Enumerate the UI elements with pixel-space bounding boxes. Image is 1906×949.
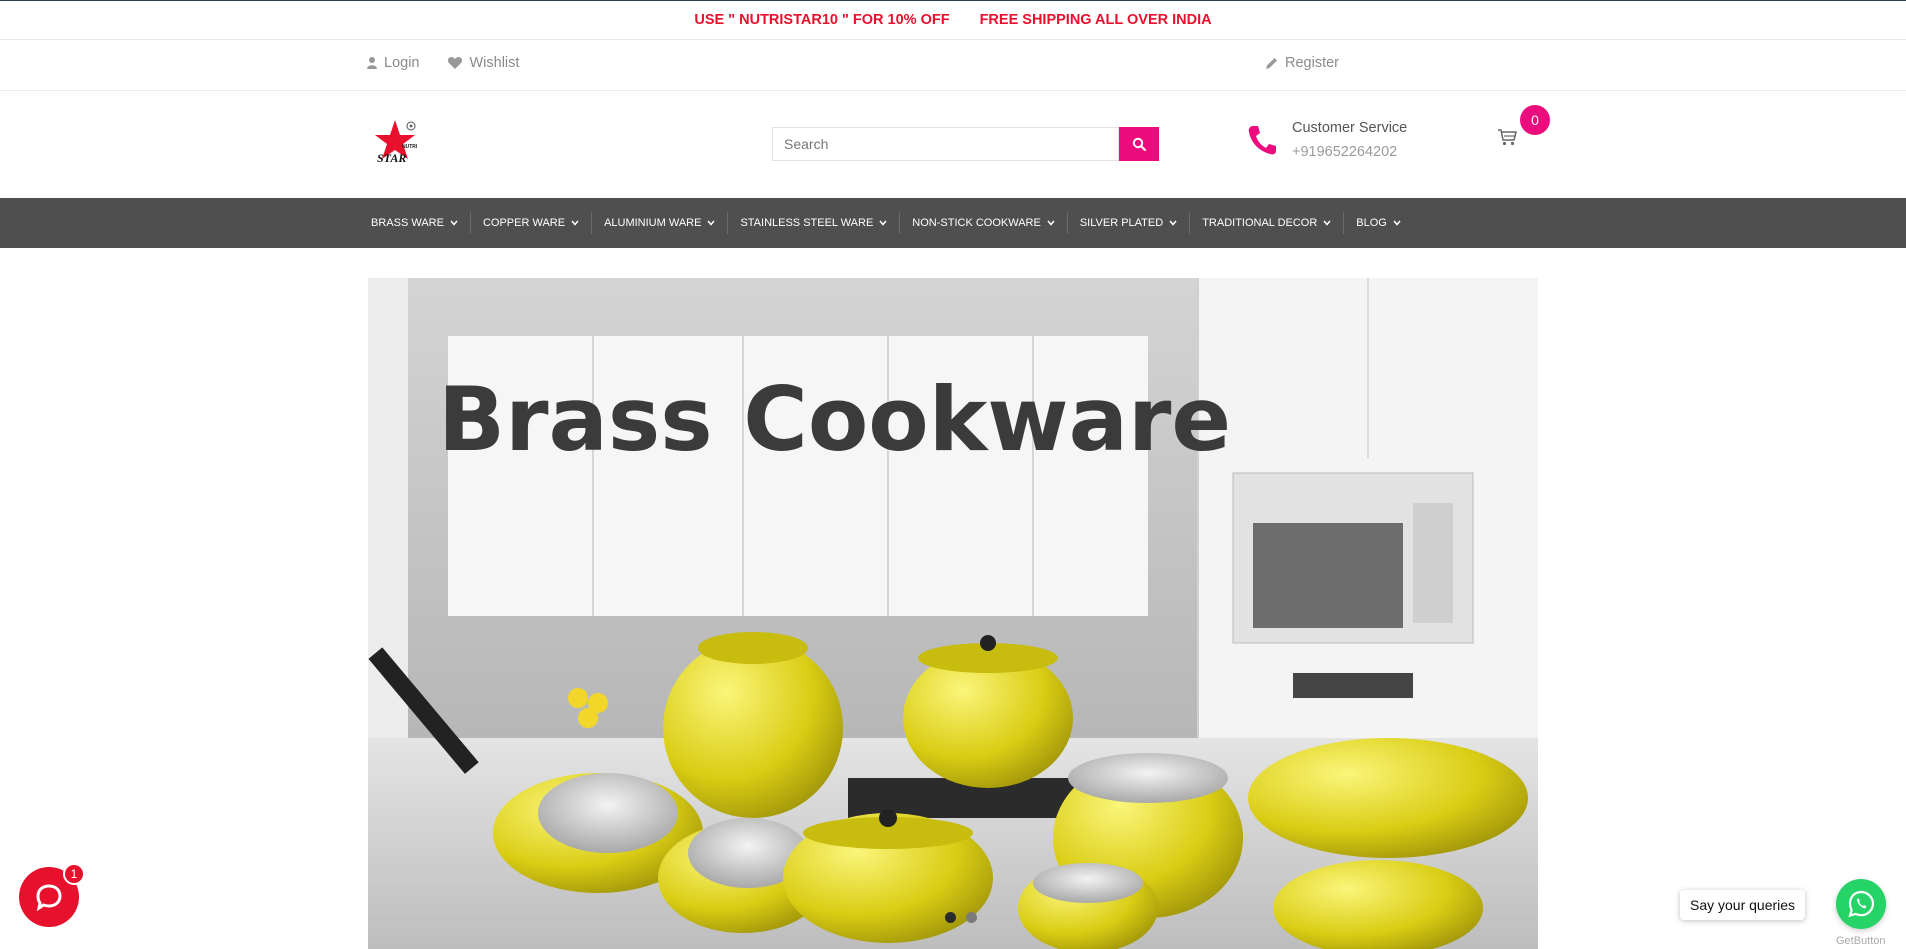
search-button[interactable]	[1119, 127, 1159, 161]
svg-text:STAR: STAR	[377, 151, 406, 165]
promo-coupon: USE " NUTRISTAR10 " FOR 10% OFF	[694, 12, 950, 28]
chat-bubble-icon	[36, 884, 62, 912]
chevron-down-icon	[1393, 220, 1401, 226]
nav-item-non-stick-cookware[interactable]: NON-STICK COOKWARE	[900, 212, 1068, 234]
main-nav: BRASS WARE COPPER WARE ALUMINIUM WARE ST…	[0, 198, 1906, 248]
chevron-down-icon	[450, 220, 458, 226]
cart-button[interactable]	[1498, 129, 1517, 151]
user-icon	[367, 57, 377, 69]
search-form	[772, 127, 1159, 161]
nav-item-stainless-steel-ware[interactable]: STAINLESS STEEL WARE	[728, 212, 901, 234]
customer-service-label: Customer Service	[1292, 120, 1408, 136]
slider-dot-2[interactable]	[966, 912, 977, 923]
login-link[interactable]: Login	[367, 55, 419, 71]
promo-shipping: FREE SHIPPING ALL OVER INDIA	[979, 12, 1212, 28]
wishlist-link[interactable]: Wishlist	[448, 55, 519, 71]
hero-title: Brass Cookware	[438, 368, 1231, 471]
nav-item-aluminium-ware[interactable]: ALUMINIUM WARE	[592, 212, 729, 234]
chevron-down-icon	[1047, 220, 1055, 226]
customer-service: Customer Service +919652264202	[1247, 120, 1407, 160]
site-header: NUTRI STAR Customer Service +91965226420…	[0, 91, 1906, 198]
chevron-down-icon	[571, 220, 579, 226]
register-link[interactable]: Register	[1266, 55, 1339, 71]
heart-icon	[448, 57, 463, 69]
whatsapp-tooltip[interactable]: Say your queries	[1680, 890, 1806, 920]
cart-count-badge: 0	[1520, 105, 1550, 135]
nav-item-blog[interactable]: BLOG	[1344, 212, 1413, 234]
chat-badge: 1	[63, 863, 85, 885]
chevron-down-icon	[707, 220, 716, 226]
whatsapp-button[interactable]	[1836, 879, 1886, 929]
phone-icon	[1248, 126, 1276, 155]
promo-bar: USE " NUTRISTAR10 " FOR 10% OFF FREE SHI…	[0, 0, 1906, 40]
cart-icon	[1498, 129, 1517, 146]
slider-dot-1[interactable]	[945, 912, 956, 923]
nav-item-brass-ware[interactable]: BRASS WARE	[359, 212, 471, 234]
whatsapp-icon	[1848, 890, 1875, 918]
nav-item-copper-ware[interactable]: COPPER WARE	[471, 212, 593, 234]
chevron-down-icon	[1323, 220, 1331, 226]
search-input[interactable]	[772, 127, 1119, 161]
svg-text:NUTRI: NUTRI	[402, 144, 418, 150]
nav-item-traditional-decor[interactable]: TRADITIONAL DECOR	[1190, 212, 1345, 234]
hero-image: Brass Cookware	[368, 278, 1538, 949]
search-icon	[1132, 137, 1146, 151]
customer-service-phone[interactable]: +919652264202	[1292, 144, 1407, 160]
site-logo[interactable]: NUTRI STAR	[371, 118, 433, 168]
chevron-down-icon	[1169, 220, 1177, 226]
chevron-down-icon	[879, 220, 887, 226]
top-bar: Login Wishlist Register	[0, 40, 1906, 91]
pencil-icon	[1266, 58, 1277, 69]
slider-dots	[945, 912, 977, 923]
hero-slider[interactable]: Brass Cookware	[368, 278, 1538, 949]
nav-item-silver-plated[interactable]: SILVER PLATED	[1068, 212, 1191, 234]
getbutton-credit[interactable]: GetButton	[1836, 935, 1886, 947]
